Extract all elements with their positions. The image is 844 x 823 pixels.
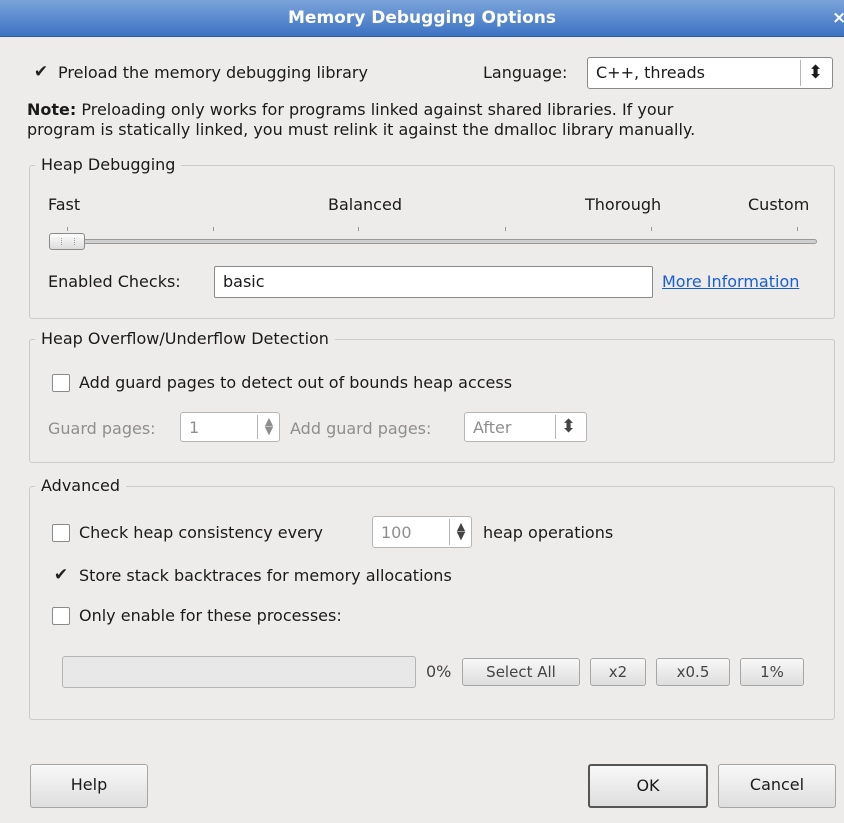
combo-separator xyxy=(800,60,801,86)
advanced-title: Advanced xyxy=(35,476,127,495)
x2-button[interactable]: x2 xyxy=(590,658,646,686)
add-guard-pages-select[interactable]: After ⬍ xyxy=(464,412,587,442)
progress-bar xyxy=(62,656,416,688)
heap-consistency-value: 100 xyxy=(381,523,412,542)
spin-separator xyxy=(257,415,258,439)
help-button[interactable]: Help xyxy=(30,764,148,808)
close-icon[interactable]: × xyxy=(832,0,844,36)
heap-operations-label: heap operations xyxy=(483,523,614,542)
heap-debugging-title: Heap Debugging xyxy=(35,155,182,174)
language-label: Language: xyxy=(483,63,568,82)
stack-backtraces-checkbox[interactable]: ✔ xyxy=(52,567,70,585)
spin-down-icon: ▼ xyxy=(456,529,466,542)
language-select[interactable]: C++, threads ⬍ xyxy=(587,57,833,89)
note-line1: Preloading only works for programs linke… xyxy=(76,100,674,119)
stack-backtraces-label: Store stack backtraces for memory alloca… xyxy=(79,566,452,585)
slider-handle[interactable] xyxy=(49,233,85,250)
grip-icon xyxy=(61,238,75,245)
slider-tick xyxy=(651,227,652,231)
cancel-button[interactable]: Cancel xyxy=(718,764,836,808)
progress-percent: 0% xyxy=(426,662,452,681)
more-information-link[interactable]: More Information xyxy=(662,272,799,291)
level-fast: Fast xyxy=(48,195,81,214)
window-title: Memory Debugging Options xyxy=(288,8,556,28)
enabled-checks-field[interactable]: basic xyxy=(214,266,653,298)
preload-checkbox[interactable]: ✔ xyxy=(32,64,50,82)
spin-separator xyxy=(449,519,450,545)
add-guard-pages-label: Add guard pages: xyxy=(290,419,432,438)
select-all-button[interactable]: Select All xyxy=(462,658,580,686)
note-bold: Note: xyxy=(27,100,77,119)
slider-track[interactable] xyxy=(50,239,817,244)
note-text: Note: Preloading only works for programs… xyxy=(27,100,695,140)
enabled-checks-label: Enabled Checks: xyxy=(48,272,181,291)
combo-arrows-icon: ⬍ xyxy=(561,416,577,437)
ok-button[interactable]: OK xyxy=(588,764,708,808)
guard-pages-value: 1 xyxy=(189,418,200,437)
preload-label: Preload the memory debugging library xyxy=(58,63,368,82)
combo-separator xyxy=(555,415,556,439)
slider-tick xyxy=(505,227,506,231)
heap-consistency-checkbox[interactable] xyxy=(52,524,70,542)
combo-arrows-icon: ⬍ xyxy=(808,62,824,83)
one-percent-button[interactable]: 1% xyxy=(740,658,804,686)
only-enable-checkbox[interactable] xyxy=(52,607,70,625)
overflow-frame xyxy=(29,339,835,463)
overflow-title: Heap Overflow/Underflow Detection xyxy=(35,329,335,348)
spin-arrows-icon: ▲ ▼ xyxy=(453,521,469,542)
guard-pages-spinner[interactable]: 1 ▲ ▼ xyxy=(180,412,280,442)
level-thorough: Thorough xyxy=(585,195,662,214)
slider-tick xyxy=(213,227,214,231)
add-guard-pages-value: After xyxy=(473,418,512,437)
note-line2: program is statically linked, you must r… xyxy=(27,120,696,139)
slider-tick xyxy=(67,227,68,231)
spin-down-icon: ▼ xyxy=(264,424,274,437)
slider-tick xyxy=(797,227,798,231)
level-balanced: Balanced xyxy=(328,195,402,214)
x0-5-button[interactable]: x0.5 xyxy=(656,658,730,686)
guard-pages-checkbox[interactable] xyxy=(52,374,70,392)
language-value: C++, threads xyxy=(596,63,705,82)
slider-tick xyxy=(358,227,359,231)
level-custom: Custom xyxy=(748,195,810,214)
guard-pages-checkbox-label: Add guard pages to detect out of bounds … xyxy=(79,373,513,392)
only-enable-label: Only enable for these processes: xyxy=(79,606,342,625)
heap-consistency-label: Check heap consistency every xyxy=(79,523,323,542)
guard-pages-label: Guard pages: xyxy=(48,419,156,438)
heap-consistency-spinner[interactable]: 100 ▲ ▼ xyxy=(372,516,472,548)
spin-arrows-icon: ▲ ▼ xyxy=(261,416,277,437)
